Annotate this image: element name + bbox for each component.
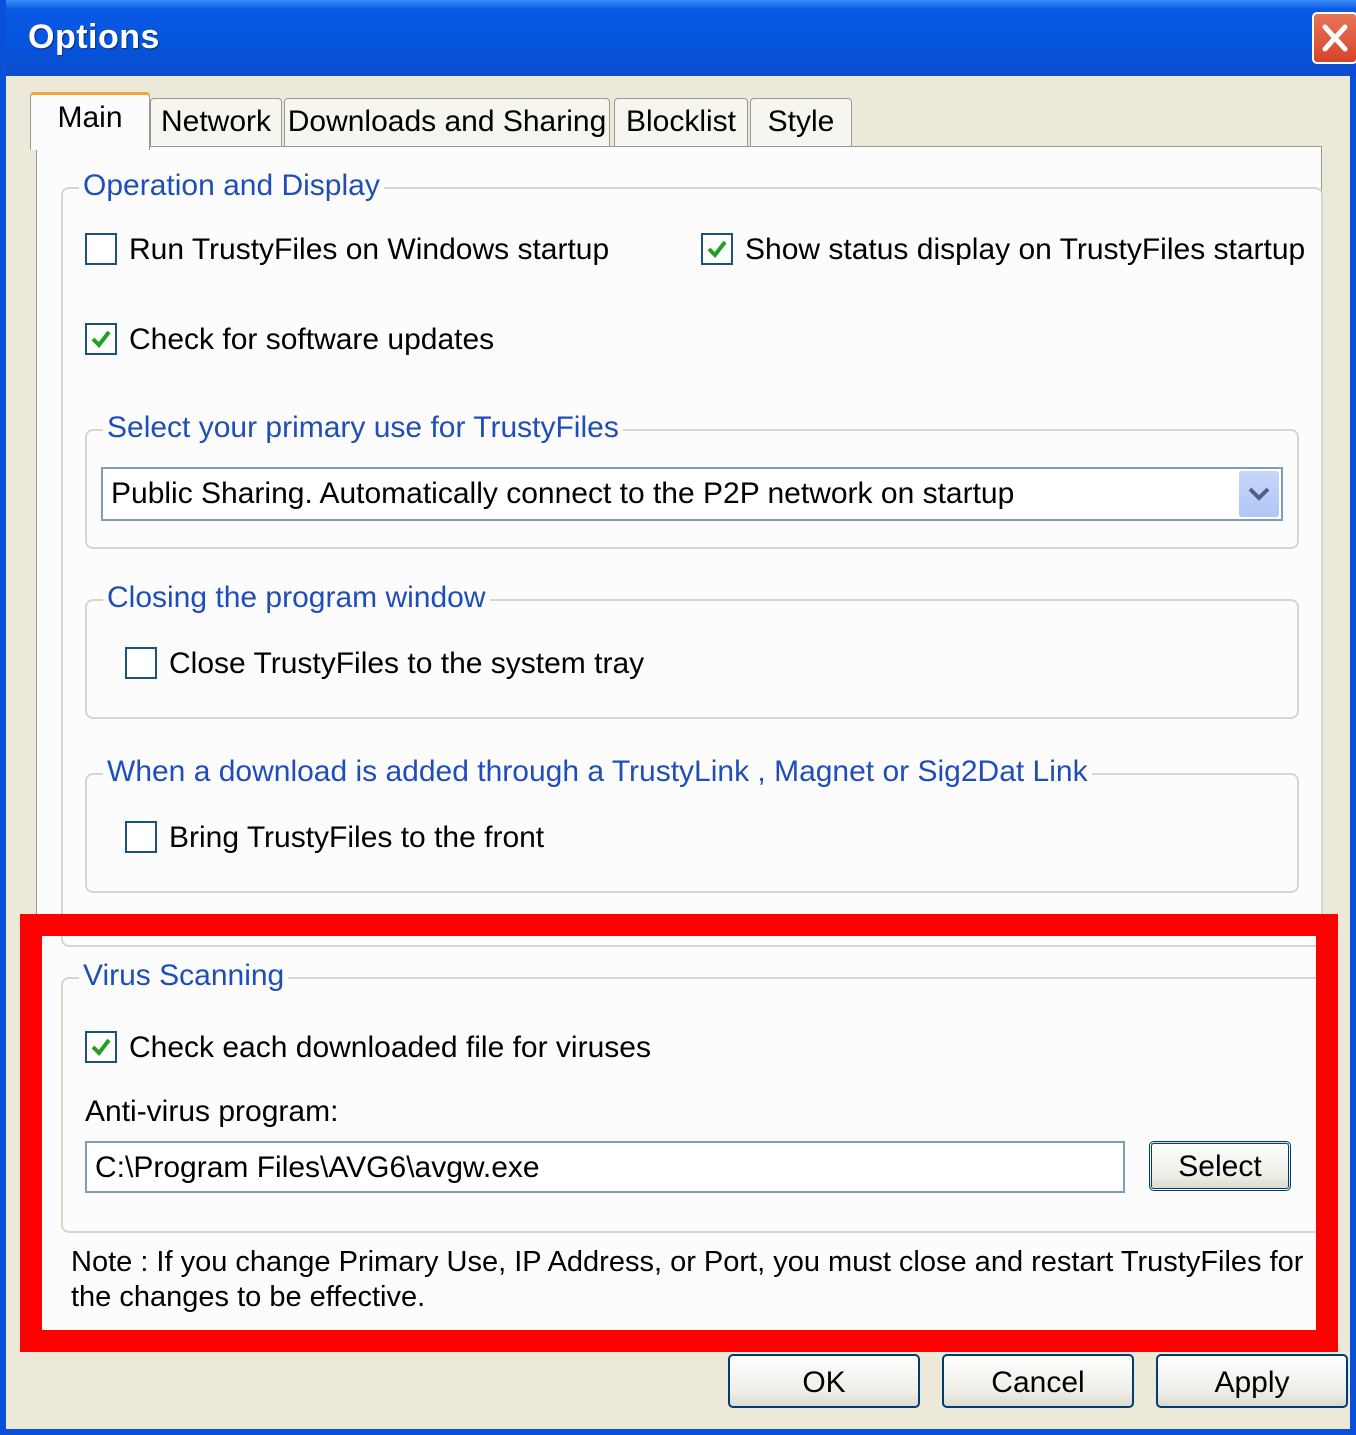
check-updates-checkbox[interactable] bbox=[85, 323, 117, 355]
primary-use-legend: Select your primary use for TrustyFiles bbox=[103, 411, 623, 445]
close-to-tray-checkbox[interactable] bbox=[125, 647, 157, 679]
closing-legend: Closing the program window bbox=[103, 581, 490, 615]
close-icon bbox=[1322, 24, 1348, 52]
show-status-label: Show status display on TrustyFiles start… bbox=[745, 233, 1306, 266]
check-updates-label: Check for software updates bbox=[129, 323, 495, 356]
primary-use-value: Public Sharing. Automatically connect to… bbox=[111, 477, 1015, 510]
dropdown-button[interactable] bbox=[1239, 471, 1279, 517]
tab-network[interactable]: Network bbox=[150, 98, 282, 146]
ok-button[interactable]: OK bbox=[728, 1354, 920, 1408]
checkmark-icon bbox=[707, 240, 727, 259]
cancel-button[interactable]: Cancel bbox=[942, 1354, 1134, 1408]
apply-button[interactable]: Apply bbox=[1156, 1354, 1348, 1408]
window-title: Options bbox=[28, 18, 160, 56]
bring-front-checkbox[interactable] bbox=[125, 821, 157, 853]
bring-front-label: Bring TrustyFiles to the front bbox=[169, 821, 545, 854]
close-to-tray-label: Close TrustyFiles to the system tray bbox=[169, 647, 645, 680]
close-button[interactable] bbox=[1312, 12, 1356, 64]
tab-style[interactable]: Style bbox=[750, 98, 852, 146]
highlight-box bbox=[20, 914, 1338, 1352]
show-status-checkbox[interactable] bbox=[701, 233, 733, 265]
title-bar[interactable]: Options bbox=[6, 0, 1356, 76]
primary-use-select[interactable]: Public Sharing. Automatically connect to… bbox=[101, 467, 1283, 521]
run-on-startup-checkbox[interactable] bbox=[85, 233, 117, 265]
run-on-startup-label: Run TrustyFiles on Windows startup bbox=[129, 233, 610, 266]
download-link-legend: When a download is added through a Trust… bbox=[103, 755, 1092, 789]
chevron-down-icon bbox=[1248, 487, 1270, 501]
tab-main[interactable]: Main bbox=[30, 92, 150, 150]
tab-downloads-and-sharing[interactable]: Downloads and Sharing bbox=[284, 98, 610, 146]
tab-blocklist[interactable]: Blocklist bbox=[614, 98, 748, 146]
operation-display-legend: Operation and Display bbox=[79, 169, 384, 203]
checkmark-icon bbox=[91, 330, 111, 349]
